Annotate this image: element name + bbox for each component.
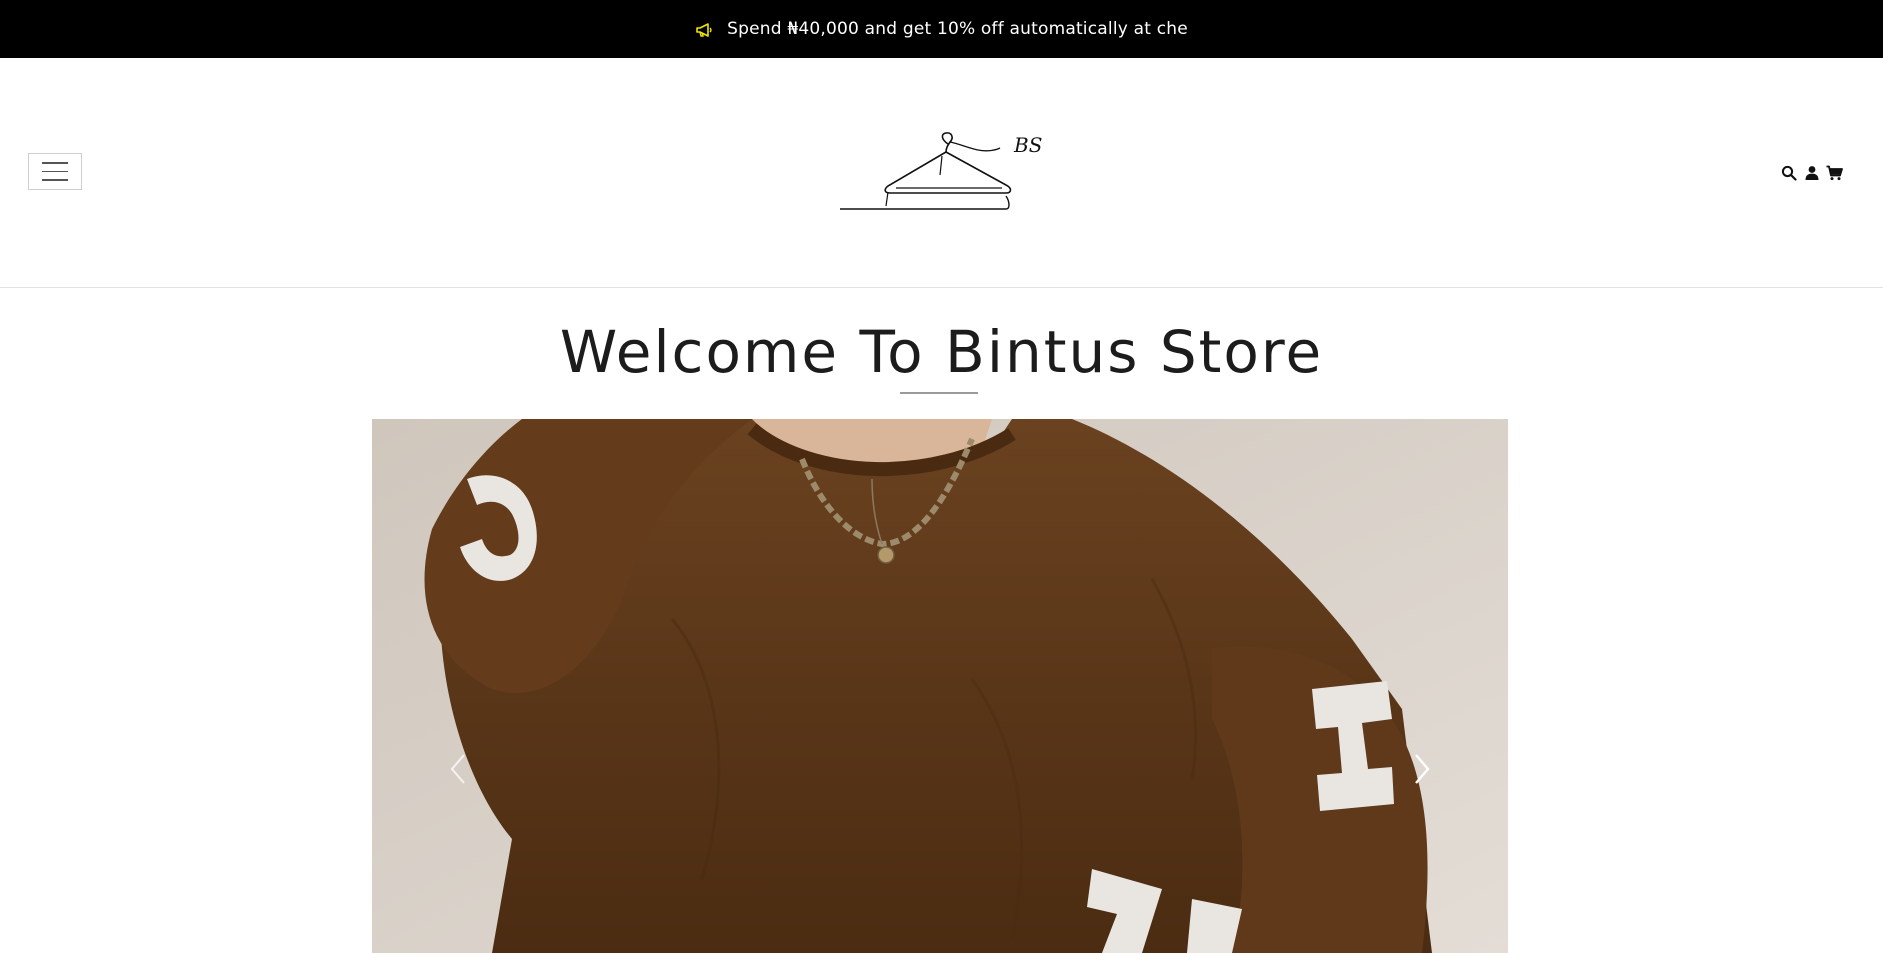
chevron-right-icon[interactable] [1408,749,1438,789]
title-divider [900,392,978,394]
header-icons [1780,164,1843,181]
cart-icon[interactable] [1826,164,1843,181]
chevron-left-icon[interactable] [442,749,472,789]
hamburger-menu-icon[interactable] [28,153,82,190]
megaphone-icon [695,22,715,38]
logo-text: BS [1013,133,1042,157]
hero-carousel[interactable] [372,419,1508,953]
page-title: Welcome To Bintus Store [559,318,1324,386]
announcement-bar: Spend ₦40,000 and get 10% off automatica… [0,0,1883,58]
site-header: BS [0,58,1883,288]
search-icon[interactable] [1780,164,1797,181]
store-logo[interactable]: BS [838,130,1052,218]
account-icon[interactable] [1803,164,1820,181]
hero-slide-image [372,419,1508,953]
announcement-text: Spend ₦40,000 and get 10% off automatica… [727,19,1188,39]
